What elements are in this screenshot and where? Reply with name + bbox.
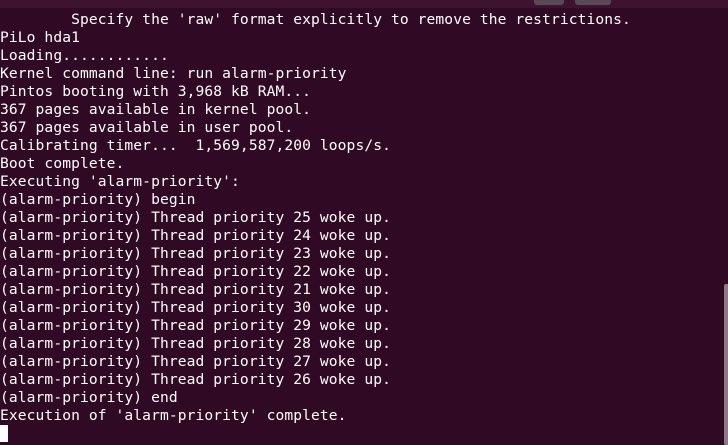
terminal-line: 367 pages available in user pool. <box>0 119 294 136</box>
terminal-line: Calibrating timer... 1,569,587,200 loops… <box>0 137 391 154</box>
terminal-line: 367 pages available in kernel pool. <box>0 101 312 118</box>
terminal-line: (alarm-priority) Thread priority 29 woke… <box>0 317 391 334</box>
prompt-line[interactable] <box>0 425 631 443</box>
terminal-line: (alarm-priority) Thread priority 23 woke… <box>0 245 391 262</box>
scrollbar[interactable] <box>724 284 728 445</box>
terminal-line: (alarm-priority) begin <box>0 191 196 208</box>
terminal-output: Specify the 'raw' format explicitly to r… <box>0 11 631 443</box>
terminal-line: (alarm-priority) end <box>0 389 178 406</box>
terminal-line: (alarm-priority) Thread priority 27 woke… <box>0 353 391 370</box>
terminal-line: Kernel command line: run alarm-priority <box>0 65 347 82</box>
terminal-line: (alarm-priority) Thread priority 21 woke… <box>0 281 391 298</box>
terminal-line: (alarm-priority) Thread priority 30 woke… <box>0 299 391 316</box>
text-cursor <box>0 425 8 442</box>
terminal-line: (alarm-priority) Thread priority 26 woke… <box>0 371 391 388</box>
terminal-line: Specify the 'raw' format explicitly to r… <box>0 11 631 28</box>
terminal-line: PiLo hda1 <box>0 29 80 46</box>
header-button[interactable] <box>575 0 611 5</box>
terminal-window[interactable]: Specify the 'raw' format explicitly to r… <box>0 0 728 445</box>
terminal-line: (alarm-priority) Thread priority 24 woke… <box>0 227 391 244</box>
terminal-line: (alarm-priority) Thread priority 22 woke… <box>0 263 391 280</box>
terminal-line: Boot complete. <box>0 155 125 172</box>
header-button[interactable] <box>534 0 564 5</box>
terminal-line: Pintos booting with 3,968 kB RAM... <box>0 83 312 100</box>
terminal-line: Loading............ <box>0 47 169 64</box>
terminal-line: Executing 'alarm-priority': <box>0 173 240 190</box>
terminal-line: (alarm-priority) Thread priority 25 woke… <box>0 209 391 226</box>
terminal-line: (alarm-priority) Thread priority 28 woke… <box>0 335 391 352</box>
header-bar <box>0 0 728 8</box>
terminal-line: Execution of 'alarm-priority' complete. <box>0 407 347 424</box>
